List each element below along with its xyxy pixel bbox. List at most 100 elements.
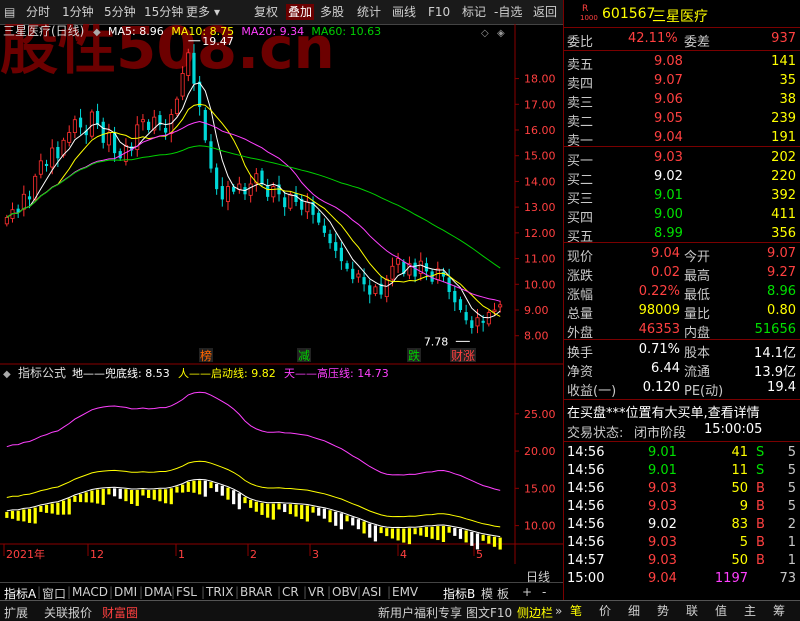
more-dropdown-icon[interactable]: ▾ — [214, 4, 220, 20]
ask-volume: 239 — [771, 111, 796, 126]
tick-row[interactable]: 15:00 9.04 1197 73 — [564, 570, 800, 589]
tick-row[interactable]: 14:56 9.03 5 B 1 — [564, 534, 800, 553]
quote-panel: R 1000 601567 三星医疗 委比 42.11% 委差 937 卖五 9.… — [563, 0, 800, 600]
indicator-tab-11[interactable]: ASI — [362, 585, 381, 599]
ask-row[interactable]: 卖三 9.06 38 — [564, 91, 800, 111]
indicator-bar — [498, 537, 502, 550]
overlay-button[interactable]: 叠加 — [286, 4, 315, 20]
panel-switch-4[interactable]: 联 — [684, 603, 700, 619]
draw-line-button[interactable]: 画线 — [392, 4, 416, 20]
wealth-circle-button[interactable]: 财富圈 — [102, 604, 138, 621]
indicator-bar — [441, 525, 446, 542]
indicator-settings-icon[interactable]: ◆ — [3, 369, 11, 380]
fund-value: 0.71% — [638, 342, 680, 357]
indicator-bar — [390, 528, 395, 539]
stock-name[interactable]: 三星医疗 — [652, 6, 708, 26]
tab-intraday[interactable]: 分时 — [26, 4, 50, 20]
indicator-tab-3[interactable]: DMI — [114, 585, 137, 599]
tick-row[interactable]: 14:57 9.03 50 B 1 — [564, 552, 800, 571]
candle-body — [50, 147, 55, 168]
statistics-button[interactable]: 统计 — [357, 4, 381, 20]
indicator-bar — [175, 486, 179, 493]
indicator-tab-9[interactable]: VR — [308, 585, 325, 599]
bid-row[interactable]: 买三 9.01 392 — [564, 187, 800, 207]
tab-15min[interactable]: 15分钟 — [144, 4, 183, 20]
indicator-bar — [368, 523, 372, 538]
indicator-legend-1: 人——启动线: 9.82 — [178, 366, 276, 380]
price-tick-label: 10.00 — [524, 278, 556, 291]
marker-jian[interactable]: 减 — [298, 349, 310, 363]
new-user-button[interactable]: 新用户福利专享 — [378, 604, 462, 621]
multi-stock-button[interactable]: 多股 — [320, 4, 344, 20]
panel-switch-7[interactable]: 筹 — [771, 603, 787, 619]
sidebar-button[interactable]: 侧边栏 — [517, 604, 553, 621]
panel-switch-6[interactable]: 主 — [742, 603, 758, 619]
candle-body — [67, 132, 72, 143]
candle-body — [106, 132, 111, 146]
tick-row[interactable]: 14:56 9.01 41 S 5 — [564, 444, 800, 463]
indicator-tab-4[interactable]: DMA — [144, 585, 172, 599]
candle-body — [89, 111, 94, 137]
bid-price: 9.03 — [654, 150, 683, 165]
bid-row[interactable]: 买一 9.03 202 — [564, 149, 800, 169]
notice-text[interactable]: 在买盘***位置有大买单,查看详情 — [567, 402, 760, 421]
diamond-icon[interactable]: ◇ — [481, 28, 489, 39]
tab-1min[interactable]: 1分钟 — [62, 4, 94, 20]
indicator-bar — [254, 501, 258, 512]
f10-text-button[interactable]: 图文F10 — [466, 604, 512, 621]
indicator-tab-6[interactable]: TRIX — [206, 585, 233, 599]
adjust-button[interactable]: 复权 — [254, 4, 278, 20]
indicator-tab-17[interactable]: - — [542, 585, 546, 599]
bid-row[interactable]: 买二 9.02 220 — [564, 168, 800, 188]
candle-body — [339, 247, 343, 262]
indicator-tab-10[interactable]: OBV — [332, 585, 358, 599]
marker-die[interactable]: 跌 — [408, 348, 420, 363]
candle-body — [453, 290, 457, 303]
ask-row[interactable]: 卖四 9.07 35 — [564, 72, 800, 92]
tick-row[interactable]: 14:56 9.01 11 S 5 — [564, 462, 800, 481]
indicator-tab-16[interactable]: + — [522, 585, 532, 599]
zoom-icon[interactable]: ◈ — [497, 28, 505, 39]
tick-row[interactable]: 14:56 9.03 50 B 5 — [564, 480, 800, 499]
sidebar-arrow-icon[interactable]: » — [555, 604, 562, 618]
indicator-bar — [78, 494, 83, 503]
panel-switch-5[interactable]: 值 — [713, 603, 729, 619]
indicator-tab-5[interactable]: FSL — [176, 585, 197, 599]
toolbar-toggle-icon[interactable]: ▤ — [4, 4, 15, 20]
mark-button[interactable]: 标记 — [462, 4, 486, 20]
expand-button[interactable]: 扩展 — [4, 604, 28, 621]
marker-bang[interactable]: 榜 — [200, 348, 212, 363]
marker-caizhang[interactable]: 财涨 — [451, 348, 475, 363]
add-favorite-button[interactable]: -自选 — [494, 4, 522, 20]
panel-switch-0[interactable]: 笔 — [568, 603, 584, 619]
indicator-bar — [124, 489, 128, 502]
panel-switch-1[interactable]: 价 — [597, 603, 613, 619]
indicator-bar — [101, 488, 105, 505]
indicator-tab-2[interactable]: MACD — [72, 585, 108, 599]
chart-area[interactable]: 股性508.cn 三星医疗(日线) ◆ MA5: 8.96 MA10: 8.75 M… — [0, 24, 563, 564]
big-order-notice[interactable]: 在买盘***位置有大买单,查看详情 — [564, 401, 800, 421]
indicator-tab-7[interactable]: BRAR — [240, 585, 273, 599]
panel-switch-2[interactable]: 细 — [626, 603, 642, 619]
bid-row[interactable]: 买四 9.00 411 — [564, 206, 800, 226]
indicator-tab-12[interactable]: EMV — [392, 585, 418, 599]
fund-value: 0.120 — [642, 380, 680, 395]
weibi-value: 42.11% — [628, 31, 678, 46]
ask-row[interactable]: 卖二 9.05 239 — [564, 110, 800, 130]
bid-price: 9.01 — [654, 188, 683, 203]
settings-icon[interactable]: ◆ — [93, 27, 101, 38]
back-button[interactable]: 返回 — [533, 4, 557, 20]
tab-more[interactable]: 更多 — [186, 4, 210, 20]
indicator-tab-8[interactable]: CR — [282, 585, 299, 599]
indicator-tab-18[interactable]: 日线 — [526, 568, 550, 585]
tick-row[interactable]: 14:56 9.03 9 B 5 — [564, 498, 800, 517]
panel-switch-3[interactable]: 势 — [655, 603, 671, 619]
indicator-bar — [107, 488, 111, 495]
tab-5min[interactable]: 5分钟 — [104, 4, 136, 20]
tick-row[interactable]: 14:56 9.02 83 B 2 — [564, 516, 800, 535]
candle-body — [362, 277, 366, 285]
f10-button[interactable]: F10 — [428, 4, 450, 20]
price-tick-label: 12.00 — [524, 227, 556, 240]
ask-row[interactable]: 卖五 9.08 141 — [564, 53, 800, 73]
related-quote-button[interactable]: 关联报价 — [44, 604, 92, 621]
